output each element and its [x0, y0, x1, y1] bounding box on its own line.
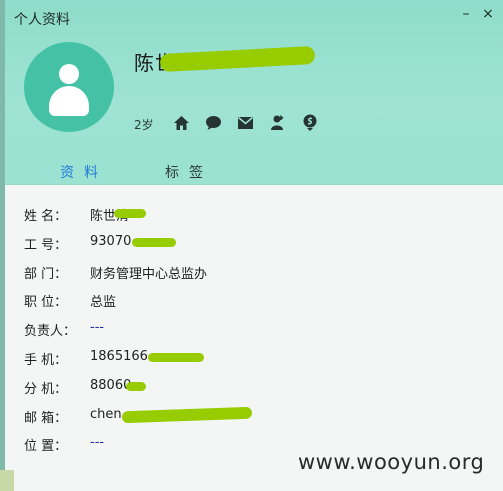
- redaction-mark: [148, 352, 204, 362]
- profile-action-icons: [172, 113, 319, 132]
- window-title: 个人资料: [14, 12, 70, 28]
- detail-label: 邮 箱：: [24, 410, 68, 426]
- tab-divider: [5, 184, 503, 185]
- tab-profile[interactable]: 资料: [60, 162, 108, 182]
- minimize-button[interactable]: –: [458, 6, 474, 22]
- detail-label: 部 门：: [24, 266, 68, 282]
- detail-label: 负责人：: [24, 324, 77, 340]
- redaction-mark: [114, 209, 146, 218]
- tab-tags[interactable]: 标签: [165, 162, 213, 182]
- detail-row-supervisor: 负责人： ---: [24, 315, 484, 344]
- detail-row-extension: 分 机： 88060: [24, 373, 484, 402]
- profile-age: 2岁: [134, 118, 154, 132]
- detail-value: 1865166: [90, 348, 148, 364]
- background-window-edge: [0, 470, 14, 491]
- avatar-head: [59, 64, 79, 84]
- close-button[interactable]: ×: [480, 6, 496, 22]
- redaction-mark: [121, 406, 253, 423]
- detail-row-department: 部 门： 财务管理中心总监办: [24, 258, 484, 287]
- chat-icon[interactable]: [204, 113, 223, 132]
- mail-icon[interactable]: [236, 113, 255, 132]
- detail-row-position: 职 位： 总监: [24, 286, 484, 315]
- profile-details: 姓 名： 陈世清 工 号： 93070 部 门： 财务管理中心总监办 职 位： …: [24, 200, 484, 459]
- detail-label: 位 置：: [24, 439, 68, 455]
- home-icon[interactable]: [172, 113, 191, 132]
- detail-label: 姓 名：: [24, 209, 68, 224]
- detail-label: 工 号：: [24, 237, 68, 253]
- detail-row-mobile: 手 机： 1865166: [24, 344, 484, 373]
- detail-label: 分 机：: [24, 381, 68, 397]
- detail-value: 93070: [90, 233, 132, 249]
- detail-value: 总监: [90, 295, 117, 311]
- redaction-mark: [132, 237, 176, 247]
- location-icon[interactable]: [300, 113, 319, 132]
- detail-label: 职 位：: [24, 295, 68, 311]
- avatar-body: [49, 86, 89, 116]
- detail-value: chen: [90, 406, 122, 422]
- add-contact-icon[interactable]: [268, 113, 287, 132]
- detail-row-name: 姓 名： 陈世清: [24, 200, 484, 229]
- detail-row-email: 邮 箱： chen: [24, 402, 484, 431]
- redaction-mark: [126, 381, 146, 391]
- detail-value: ---: [90, 435, 105, 451]
- profile-window: 个人资料 – × 陈世 2岁 资料 标签 姓 名： 陈世清 工 号： 93070…: [0, 0, 503, 491]
- detail-value: 财务管理中心总监办: [90, 266, 208, 282]
- avatar[interactable]: [24, 42, 114, 132]
- detail-label: 手 机：: [24, 352, 68, 368]
- watermark: www.wooyun.org: [298, 450, 485, 474]
- detail-value: ---: [90, 320, 105, 336]
- detail-row-employee-id: 工 号： 93070: [24, 229, 484, 258]
